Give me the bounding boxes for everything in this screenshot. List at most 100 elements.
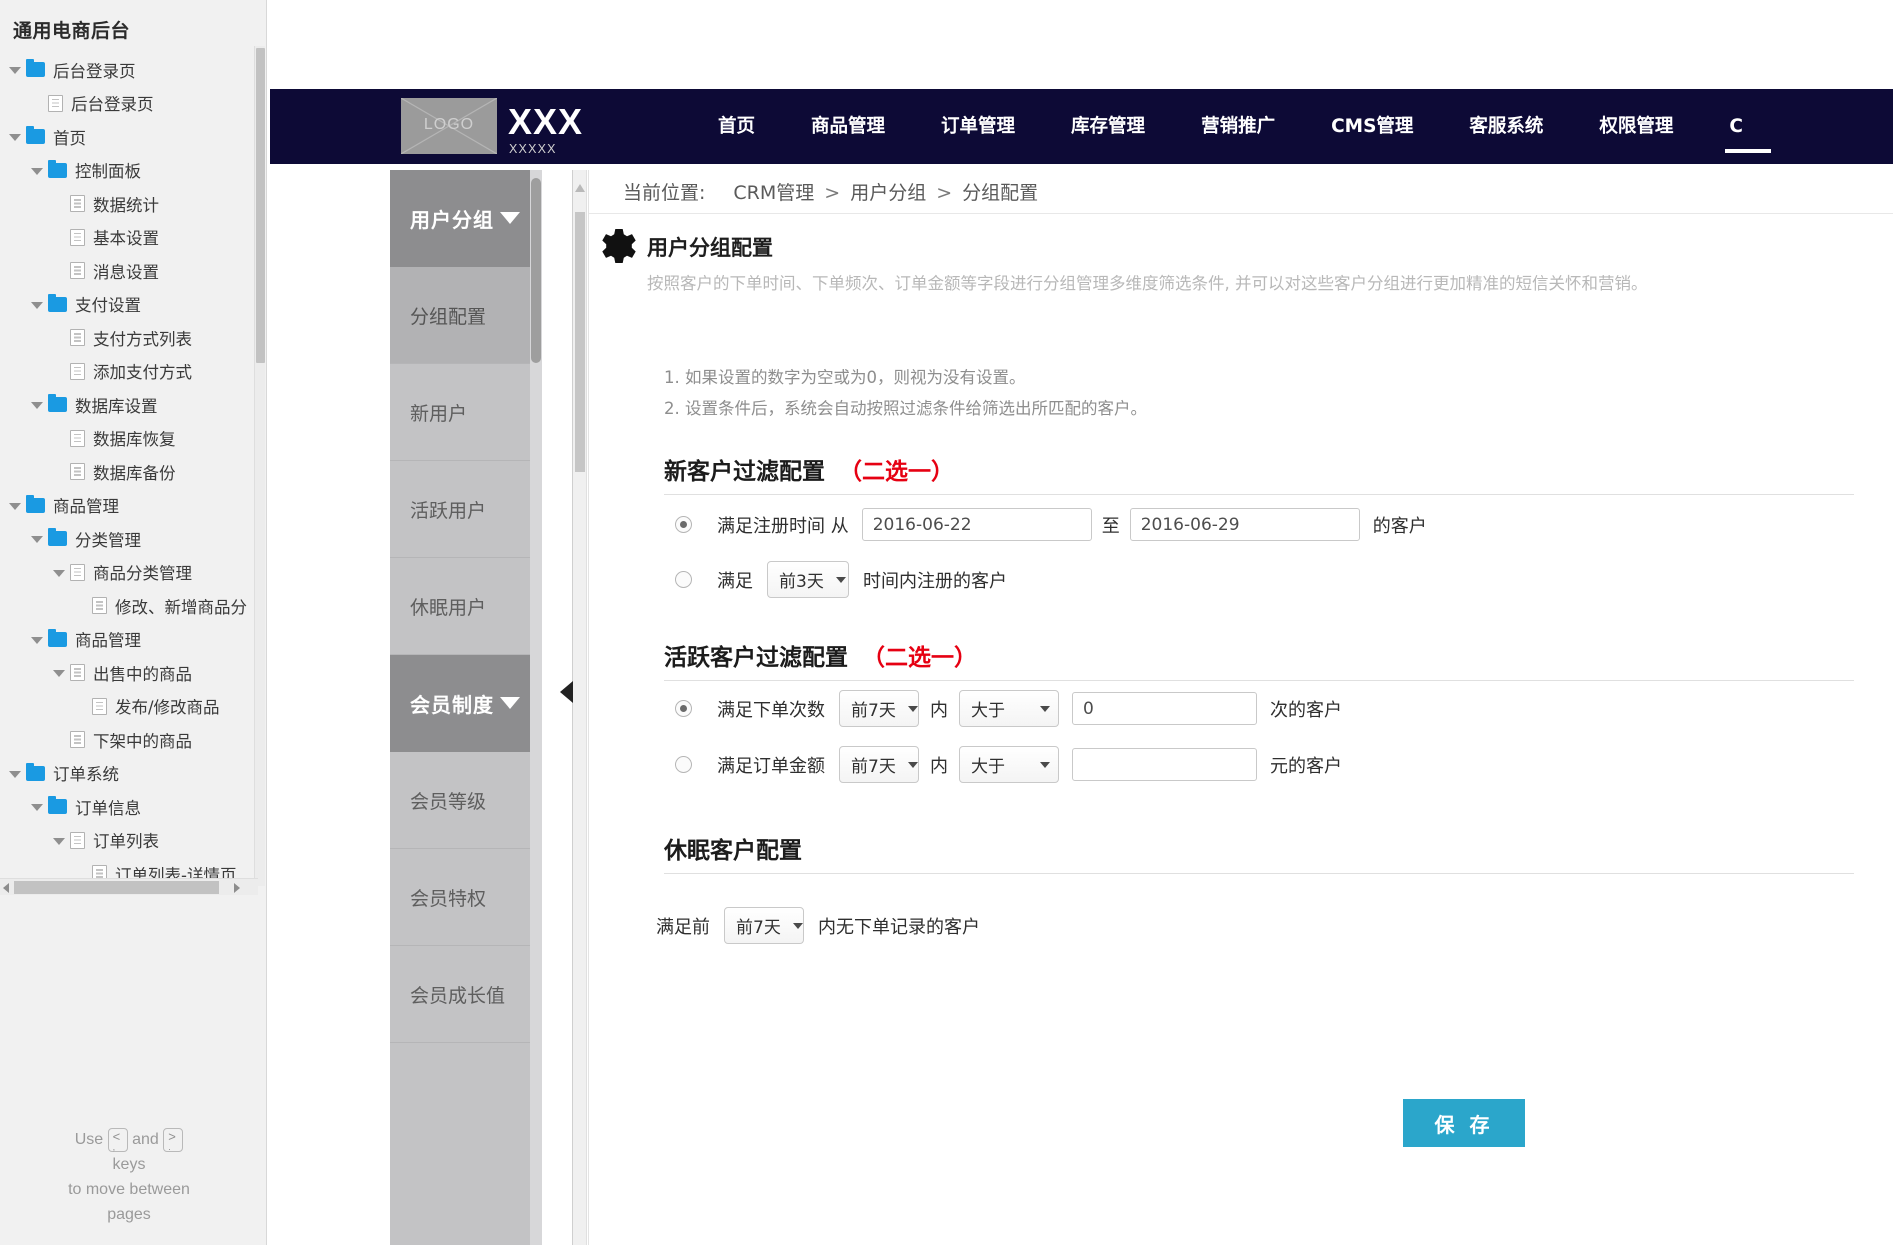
chevron-down-icon[interactable]: [500, 697, 520, 709]
tree-item[interactable]: 分类管理: [0, 522, 266, 556]
select-order-amount-operator[interactable]: 大于: [959, 746, 1059, 783]
caret-down-icon[interactable]: [30, 633, 43, 646]
save-button[interactable]: 保 存: [1403, 1099, 1525, 1147]
tree-item[interactable]: 控制面板: [0, 154, 266, 188]
tree-item[interactable]: 消息设置: [0, 254, 266, 288]
tree-item[interactable]: 商品管理: [0, 623, 266, 657]
submenu-group[interactable]: 会员制度: [390, 655, 542, 752]
collapse-panel-arrow-icon[interactable]: [560, 681, 573, 703]
content-inner: 当前位置: CRM管理>用户分组>分组配置 用户分组配置 按照客户的下单时间、下…: [588, 170, 1893, 1245]
nav-item[interactable]: 订单管理: [913, 89, 1043, 164]
tree-item[interactable]: 数据库设置: [0, 388, 266, 422]
tree-item[interactable]: 添加支付方式: [0, 355, 266, 389]
scroll-left-arrow-icon[interactable]: [3, 883, 9, 893]
scroll-up-arrow-icon[interactable]: [575, 184, 585, 192]
tree-item[interactable]: 下架中的商品: [0, 723, 266, 757]
caret-down-icon[interactable]: [30, 164, 43, 177]
select-register-period[interactable]: 前3天: [767, 561, 849, 598]
active-customer-row-order-count[interactable]: 满足下单次数 前7天 内 大于 0 次的客户: [675, 690, 1349, 727]
content-scrollbar[interactable]: [573, 170, 587, 1245]
tree-item[interactable]: 订单列表: [0, 824, 266, 858]
select-dormant-period[interactable]: 前7天: [724, 907, 804, 944]
tree-item[interactable]: 商品管理: [0, 489, 266, 523]
caret-down-icon[interactable]: [8, 63, 21, 76]
tree-item[interactable]: 后台登录页: [0, 87, 266, 121]
date-to-input[interactable]: 2016-06-29: [1130, 508, 1360, 541]
breadcrumb-item[interactable]: 分组配置: [962, 182, 1038, 204]
tree-item[interactable]: 订单信息: [0, 790, 266, 824]
submenu-item[interactable]: 新用户: [390, 364, 542, 461]
tree-item[interactable]: 数据统计: [0, 187, 266, 221]
submenu-item[interactable]: 休眠用户: [390, 558, 542, 655]
caret-down-icon[interactable]: [52, 566, 65, 579]
caret-down-icon[interactable]: [30, 398, 43, 411]
scrollbar-thumb[interactable]: [531, 178, 541, 363]
scrollbar-thumb[interactable]: [14, 881, 219, 894]
caret-down-icon[interactable]: [8, 767, 21, 780]
tree-item[interactable]: 数据库恢复: [0, 422, 266, 456]
tree-item[interactable]: 支付设置: [0, 288, 266, 322]
select-order-amount-period[interactable]: 前7天: [839, 746, 919, 783]
caret-down-icon[interactable]: [8, 130, 21, 143]
chevron-down-icon[interactable]: [500, 212, 520, 224]
sidebar-title: 通用电商后台: [0, 0, 266, 53]
submenu-group[interactable]: 用户分组: [390, 170, 542, 267]
submenu-item[interactable]: 分组配置: [390, 267, 542, 364]
submenu-item[interactable]: 活跃用户: [390, 461, 542, 558]
radio-order-amount[interactable]: [675, 756, 692, 773]
caret-down-icon[interactable]: [52, 834, 65, 847]
radio-register-time[interactable]: [675, 516, 692, 533]
nav-item[interactable]: 客服系统: [1441, 89, 1571, 164]
new-customer-row-date-range[interactable]: 满足注册时间 从 2016-06-22 至 2016-06-29 的客户: [675, 508, 1434, 541]
breadcrumb-item[interactable]: CRM管理: [733, 182, 814, 204]
page-icon: [70, 329, 85, 346]
select-order-count-period[interactable]: 前7天: [839, 690, 919, 727]
radio-relative-period[interactable]: [675, 571, 692, 588]
secondary-menu-scrollbar[interactable]: [530, 170, 542, 1245]
tree-item[interactable]: 基本设置: [0, 221, 266, 255]
tree-item[interactable]: 首页: [0, 120, 266, 154]
outline-sidebar: 通用电商后台 后台登录页后台登录页首页控制面板数据统计基本设置消息设置支付设置支…: [0, 0, 267, 1245]
breadcrumb-item[interactable]: 用户分组: [850, 182, 926, 204]
new-customer-row-relative-period[interactable]: 满足 前3天 时间内注册的客户: [675, 561, 1014, 598]
tree-item[interactable]: 订单系统: [0, 757, 266, 791]
caret-down-icon[interactable]: [30, 800, 43, 813]
dormant-customer-row[interactable]: 满足前 前7天 内无下单记录的客户: [649, 907, 987, 944]
sidebar-vertical-scrollbar[interactable]: [254, 46, 265, 886]
scrollbar-thumb[interactable]: [575, 212, 585, 472]
nav-item[interactable]: 库存管理: [1043, 89, 1173, 164]
nav-item[interactable]: 商品管理: [783, 89, 913, 164]
nav-item[interactable]: 首页: [690, 89, 783, 164]
scroll-right-arrow-icon[interactable]: [234, 883, 240, 893]
nav-item[interactable]: C: [1701, 89, 1771, 164]
submenu-item[interactable]: 会员特权: [390, 849, 542, 946]
nav-item[interactable]: CMS管理: [1303, 89, 1441, 164]
scrollbar-thumb[interactable]: [256, 48, 265, 363]
caret-down-icon[interactable]: [30, 298, 43, 311]
breadcrumb-separator: >: [824, 182, 840, 204]
date-from-input[interactable]: 2016-06-22: [862, 508, 1092, 541]
select-order-count-operator[interactable]: 大于: [959, 690, 1059, 727]
order-amount-value-input[interactable]: [1072, 748, 1257, 781]
tree-item[interactable]: 修改、新增商品分: [0, 589, 266, 623]
tree-item[interactable]: 支付方式列表: [0, 321, 266, 355]
tree-item[interactable]: 后台登录页: [0, 53, 266, 87]
nav-item[interactable]: 权限管理: [1571, 89, 1701, 164]
tree-item[interactable]: 发布/修改商品: [0, 690, 266, 724]
nav-item[interactable]: 营销推广: [1173, 89, 1303, 164]
sidebar-horizontal-scrollbar[interactable]: [0, 878, 258, 895]
tree-item[interactable]: 数据库备份: [0, 455, 266, 489]
order-count-value-input[interactable]: 0: [1072, 692, 1257, 725]
active-customer-row-order-amount[interactable]: 满足订单金额 前7天 内 大于 元的客户: [675, 746, 1349, 783]
tree-item[interactable]: 出售中的商品: [0, 656, 266, 690]
radio-order-count[interactable]: [675, 700, 692, 717]
page-icon: [70, 363, 85, 380]
submenu-item[interactable]: 会员成长值: [390, 946, 542, 1043]
tree-item[interactable]: 商品分类管理: [0, 556, 266, 590]
caret-down-icon[interactable]: [30, 532, 43, 545]
submenu-item[interactable]: 会员等级: [390, 752, 542, 849]
keycap-secondary: ,: [113, 1144, 123, 1150]
caret-down-icon[interactable]: [8, 499, 21, 512]
page-icon: [48, 95, 63, 112]
caret-down-icon[interactable]: [52, 666, 65, 679]
